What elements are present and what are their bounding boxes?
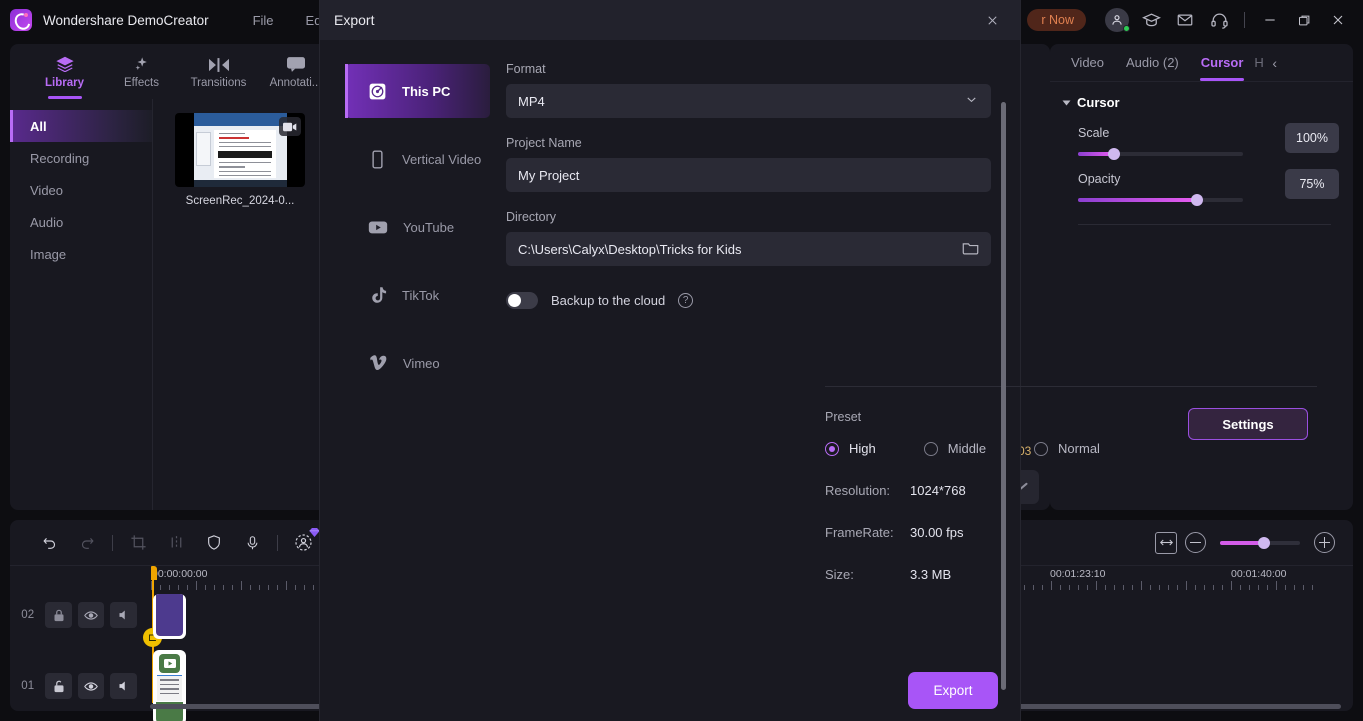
preset-normal-label: Normal xyxy=(1058,441,1100,456)
preset-radio-group: High Middle Normal xyxy=(825,441,1317,456)
form-divider xyxy=(825,386,1317,387)
destination-vimeo-label: Vimeo xyxy=(403,355,440,371)
modal-overlay: Export This PC Vertical Video YouTube Ti… xyxy=(0,0,1363,721)
project-name-label: Project Name xyxy=(506,136,582,150)
preset-high-label: High xyxy=(849,441,876,456)
format-label: Format xyxy=(506,62,546,76)
youtube-icon xyxy=(368,221,388,234)
destination-vertical-video[interactable]: Vertical Video xyxy=(345,132,490,186)
framerate-value: 30.00 fps xyxy=(910,525,964,540)
app-window: Wondershare DemoCreator File Edit Export… xyxy=(0,0,1363,721)
export-destinations: This PC Vertical Video YouTube TikTok Vi… xyxy=(345,64,490,404)
export-dialog-body: This PC Vertical Video YouTube TikTok Vi… xyxy=(320,40,1317,721)
destination-this-pc-label: This PC xyxy=(402,83,451,99)
backup-toggle-row: Backup to the cloud ? xyxy=(506,292,996,309)
export-dialog-header: Export xyxy=(320,0,1020,40)
export-form: Format MP4 Project Name My Project Direc… xyxy=(506,62,996,309)
radio-icon xyxy=(825,441,839,456)
close-icon[interactable] xyxy=(979,9,1006,32)
project-name-input[interactable]: My Project xyxy=(506,158,991,192)
framerate-row: FrameRate: 30.00 fps xyxy=(825,525,1317,540)
export-dialog: Export This PC Vertical Video YouTube Ti… xyxy=(320,0,1317,721)
hard-drive-icon xyxy=(369,83,386,99)
preset-middle-label: Middle xyxy=(947,441,987,456)
chevron-down-icon xyxy=(964,92,979,107)
folder-icon[interactable] xyxy=(962,240,979,255)
backup-toggle[interactable] xyxy=(506,292,538,309)
size-row: Size: 3.3 MB xyxy=(825,567,1317,582)
preset-high[interactable]: High xyxy=(825,441,876,456)
destination-youtube-label: YouTube xyxy=(403,219,455,235)
dialog-scrollbar[interactable] xyxy=(1001,102,1006,690)
destination-vertical-video-label: Vertical Video xyxy=(402,151,482,167)
format-value: MP4 xyxy=(518,93,545,109)
dialog-export-button[interactable]: Export xyxy=(908,672,998,709)
destination-tiktok[interactable]: TikTok xyxy=(345,268,490,322)
resolution-key: Resolution: xyxy=(825,483,891,498)
destination-this-pc[interactable]: This PC xyxy=(345,64,490,118)
backup-label: Backup to the cloud xyxy=(551,293,666,308)
destination-tiktok-label: TikTok xyxy=(402,287,440,303)
phone-icon xyxy=(372,149,383,169)
directory-value: C:\Users\Calyx\Desktop\Tricks for Kids xyxy=(518,241,742,257)
format-select[interactable]: MP4 xyxy=(506,84,991,118)
radio-icon xyxy=(1034,441,1049,456)
directory-input[interactable]: C:\Users\Calyx\Desktop\Tricks for Kids xyxy=(506,232,991,266)
directory-label: Directory xyxy=(506,210,557,224)
settings-button[interactable]: Settings xyxy=(1188,408,1308,440)
size-key: Size: xyxy=(825,567,854,582)
export-dialog-title: Export xyxy=(334,12,375,28)
framerate-key: FrameRate: xyxy=(825,525,894,540)
vimeo-icon xyxy=(370,355,387,371)
destination-youtube[interactable]: YouTube xyxy=(345,200,490,254)
size-value: 3.3 MB xyxy=(910,567,952,582)
question-mark-icon[interactable]: ? xyxy=(678,293,694,308)
tiktok-icon xyxy=(372,286,387,303)
resolution-value: 1024*768 xyxy=(910,483,966,498)
resolution-row: Resolution: 1024*768 xyxy=(825,483,1317,498)
destination-vimeo[interactable]: Vimeo xyxy=(345,336,490,390)
preset-middle[interactable]: Middle xyxy=(923,441,987,456)
preset-normal[interactable]: Normal xyxy=(1034,441,1100,456)
radio-icon xyxy=(923,441,938,456)
preset-section: Preset Settings High Middle Normal Resol… xyxy=(825,408,1317,582)
